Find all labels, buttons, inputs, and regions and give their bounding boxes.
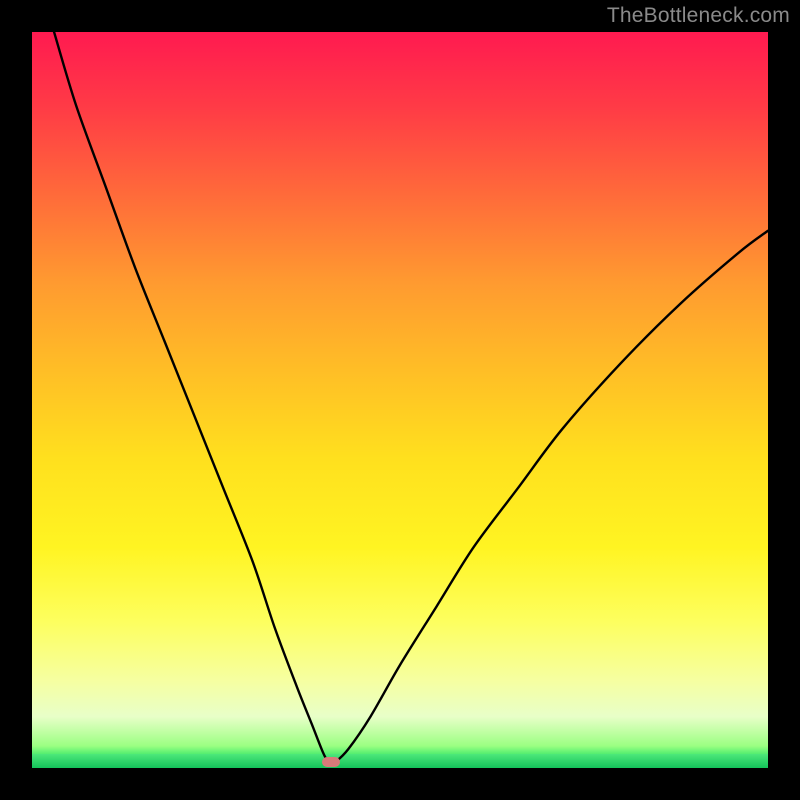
- bottleneck-curve: [32, 32, 768, 768]
- chart-frame: TheBottleneck.com: [0, 0, 800, 800]
- minimum-marker: [322, 757, 340, 767]
- watermark-text: TheBottleneck.com: [607, 4, 790, 28]
- plot-area: [32, 32, 768, 768]
